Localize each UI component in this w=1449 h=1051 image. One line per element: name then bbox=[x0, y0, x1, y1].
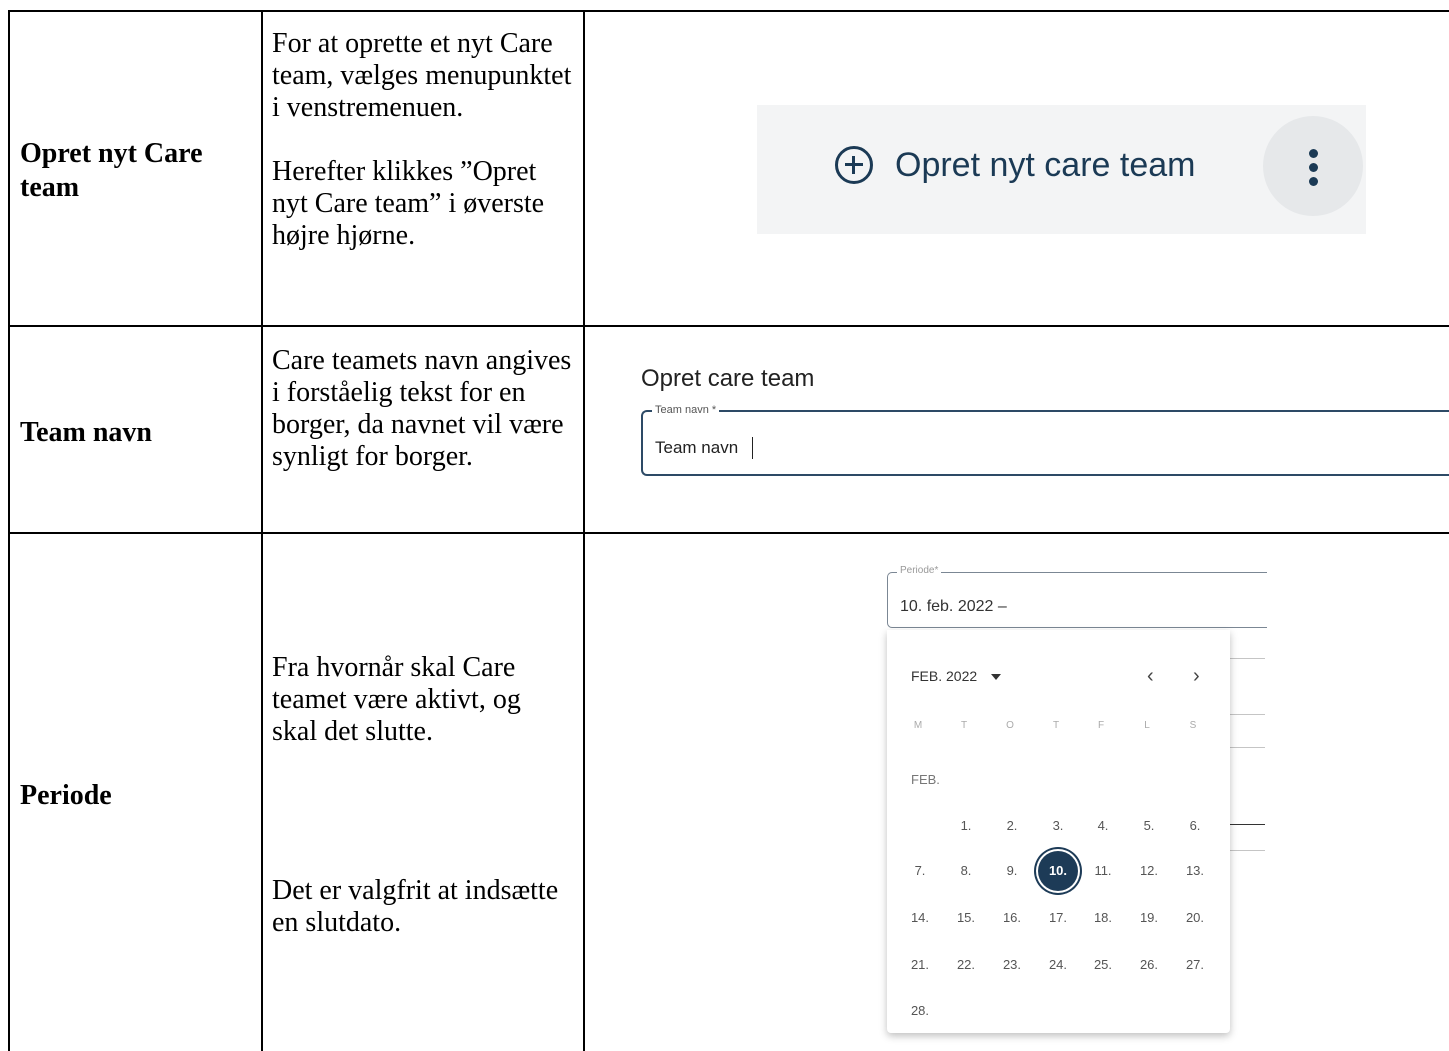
table-column-divider bbox=[583, 10, 585, 1051]
weekday-label: F bbox=[1097, 720, 1105, 731]
calendar-day[interactable]: 27. bbox=[1178, 957, 1212, 973]
calendar-day[interactable]: 4. bbox=[1086, 818, 1120, 834]
weekday-label: T bbox=[960, 720, 968, 731]
calendar-day[interactable]: 7. bbox=[903, 863, 937, 879]
background-divider bbox=[1230, 824, 1265, 825]
weekday-label: L bbox=[1144, 720, 1150, 731]
team-name-field-label: Team navn * bbox=[652, 403, 720, 417]
table-border-left bbox=[8, 10, 10, 1051]
row-label-opret: Opret nyt Care team bbox=[20, 138, 203, 203]
calendar-day[interactable]: 9. bbox=[995, 863, 1029, 879]
table-column-divider bbox=[261, 10, 263, 1051]
form-title: Opret care team bbox=[641, 365, 815, 392]
background-divider bbox=[1230, 747, 1265, 748]
calendar-day[interactable]: 6. bbox=[1178, 818, 1212, 834]
row-label-team-navn: Team navn bbox=[20, 417, 153, 448]
text-caret bbox=[752, 437, 753, 459]
calendar-day[interactable]: 25. bbox=[1086, 957, 1120, 973]
weekday-label: O bbox=[1006, 720, 1014, 731]
calendar-day[interactable]: 28. bbox=[903, 1003, 937, 1019]
team-name-field[interactable] bbox=[641, 410, 1449, 476]
kebab-dot bbox=[1309, 163, 1318, 172]
row-description-team-navn: Care teamets navn angives i forståelig t… bbox=[272, 345, 572, 472]
calendar-day[interactable]: 14. bbox=[903, 910, 937, 926]
kebab-dot bbox=[1309, 149, 1318, 158]
table-row-divider bbox=[8, 532, 1449, 534]
team-name-input-value[interactable]: Team navn bbox=[655, 437, 738, 459]
plus-circle-icon[interactable] bbox=[835, 146, 873, 184]
calendar-day[interactable]: 22. bbox=[949, 957, 983, 973]
weekday-label: T bbox=[1052, 720, 1060, 731]
calendar-day[interactable]: 5. bbox=[1132, 818, 1166, 834]
chevron-right-icon[interactable]: › bbox=[1193, 666, 1200, 686]
calendar-day[interactable]: 2. bbox=[995, 818, 1029, 834]
calendar-day[interactable]: 24. bbox=[1041, 957, 1075, 973]
calendar-day[interactable]: 17. bbox=[1041, 910, 1075, 926]
table-border-top bbox=[8, 10, 1449, 12]
calendar-day[interactable]: 16. bbox=[995, 910, 1029, 926]
calendar-day[interactable]: 20. bbox=[1178, 910, 1212, 926]
period-field-label: Periode* bbox=[897, 565, 942, 577]
calendar-day[interactable]: 11. bbox=[1086, 863, 1120, 879]
calendar-day[interactable]: 15. bbox=[949, 910, 983, 926]
calendar-section-label: FEB. bbox=[911, 772, 940, 787]
weekday-label: S bbox=[1189, 720, 1197, 731]
row-description-periode-1: Fra hvornår skal Care teamet være aktivt… bbox=[272, 652, 521, 747]
calendar-day[interactable]: 21. bbox=[903, 957, 937, 973]
chevron-left-icon[interactable]: ‹ bbox=[1147, 666, 1154, 686]
period-input-value[interactable]: 10. feb. 2022 – bbox=[900, 597, 1007, 617]
calendar-day[interactable]: 26. bbox=[1132, 957, 1166, 973]
calendar-day-selected[interactable]: 10. bbox=[1038, 851, 1078, 891]
row-description-opret: For at oprette et nyt Care team, vælges … bbox=[272, 28, 572, 251]
background-divider bbox=[1230, 850, 1265, 851]
row-label-periode: Periode bbox=[20, 780, 112, 811]
dropdown-arrow-icon[interactable] bbox=[991, 674, 1001, 680]
calendar-day[interactable]: 3. bbox=[1041, 818, 1075, 834]
background-divider bbox=[1230, 658, 1265, 659]
opret-care-team-button[interactable]: Opret nyt care team bbox=[895, 145, 1195, 185]
calendar-day[interactable]: 8. bbox=[949, 863, 983, 879]
kebab-dot bbox=[1309, 177, 1318, 186]
row-description-periode-2: Det er valgfrit at indsætte en slutdato. bbox=[272, 875, 559, 938]
calendar-day[interactable]: 18. bbox=[1086, 910, 1120, 926]
calendar-day[interactable]: 23. bbox=[995, 957, 1029, 973]
calendar-month-select[interactable]: FEB. 2022 bbox=[911, 667, 977, 685]
table-row-divider bbox=[8, 325, 1449, 327]
background-divider bbox=[1230, 714, 1265, 715]
calendar-day[interactable]: 12. bbox=[1132, 863, 1166, 879]
calendar-day[interactable]: 13. bbox=[1178, 863, 1212, 879]
calendar-day[interactable]: 1. bbox=[949, 818, 983, 834]
calendar-day[interactable]: 19. bbox=[1132, 910, 1166, 926]
weekday-label: M bbox=[913, 720, 923, 731]
